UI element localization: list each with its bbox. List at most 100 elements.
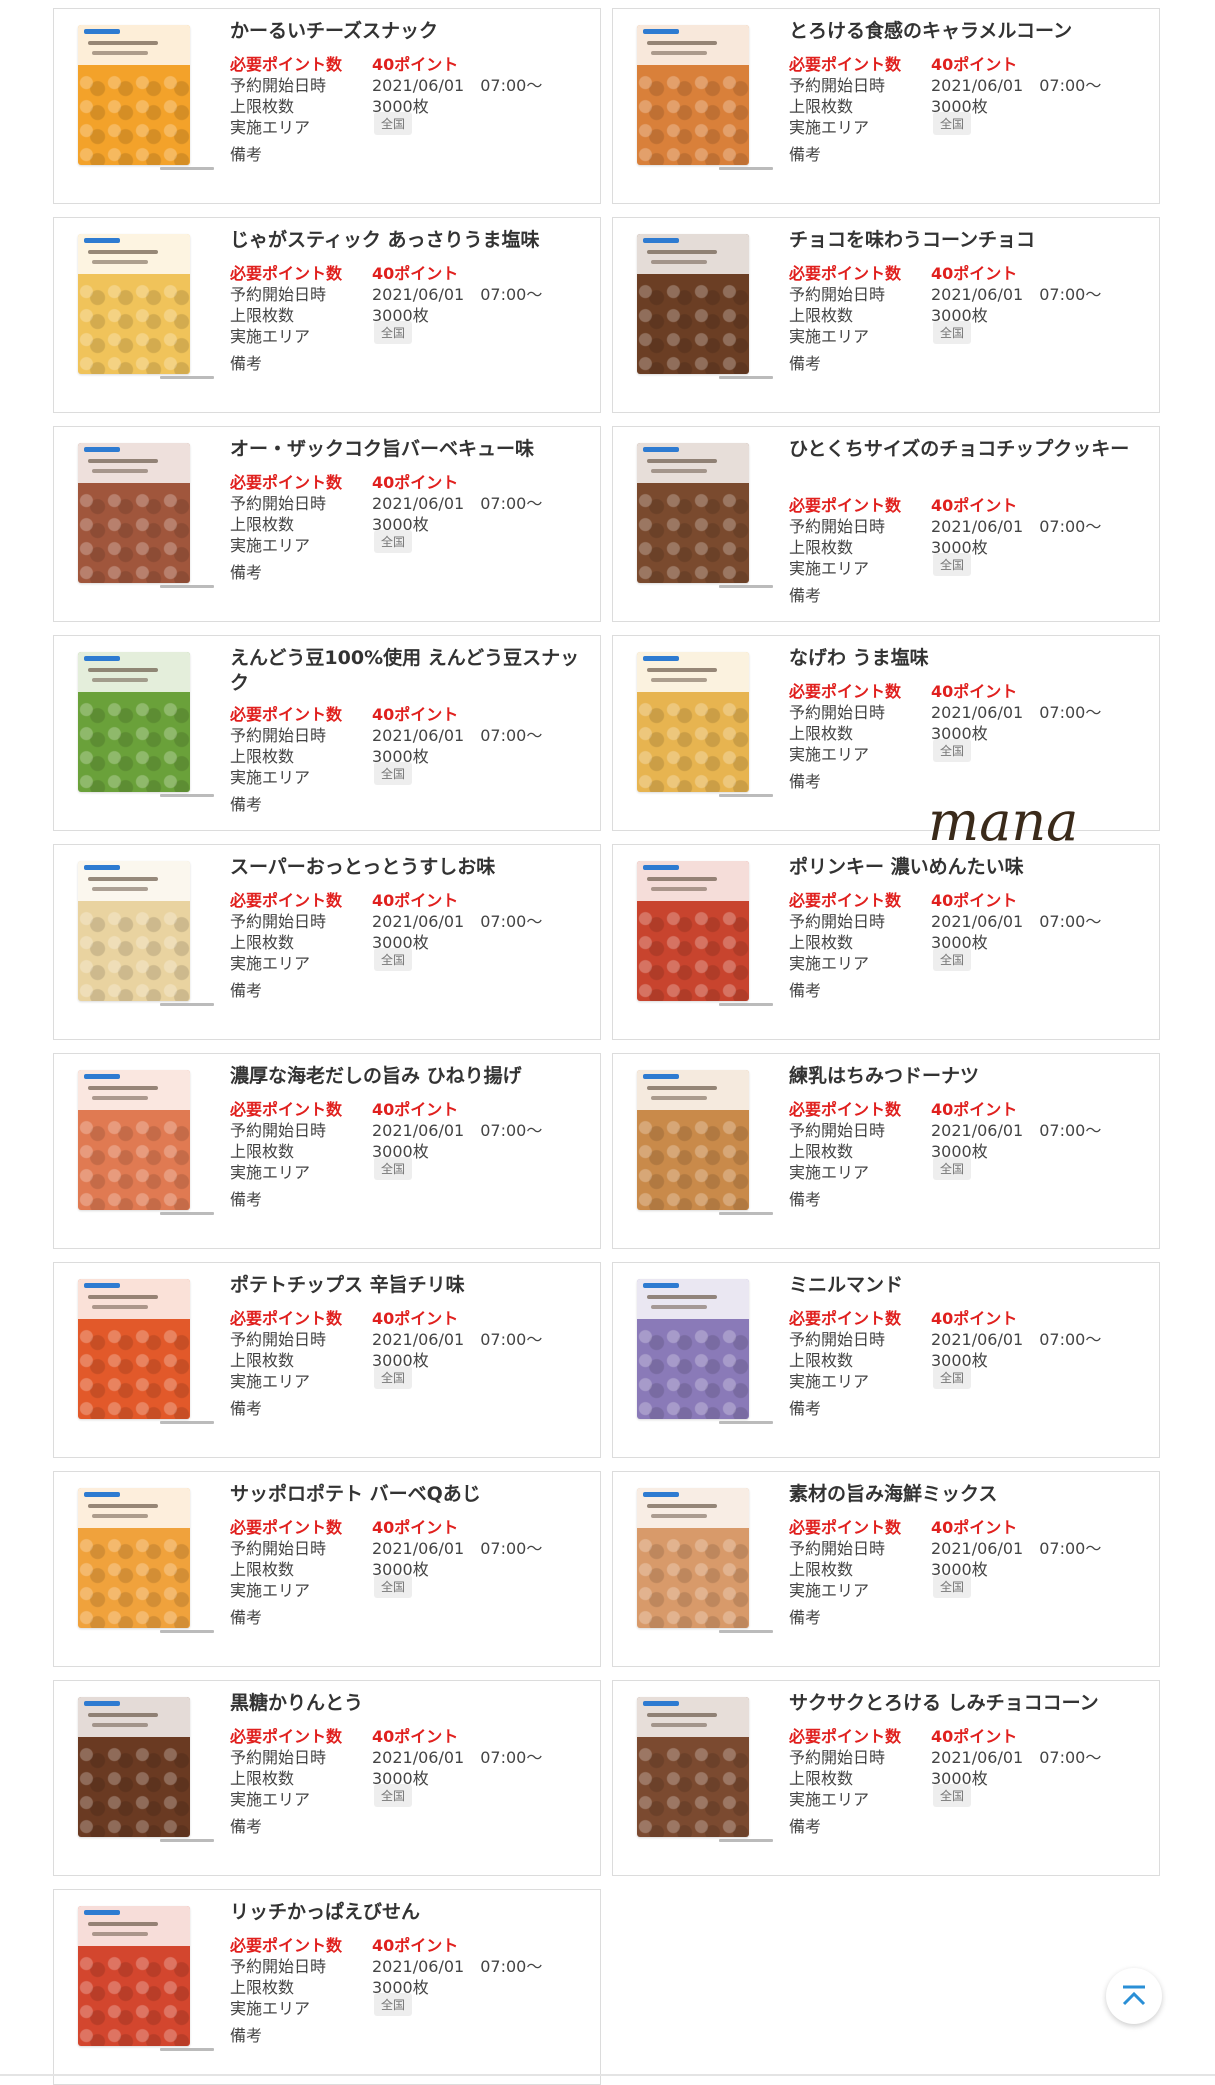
product-card[interactable]: 練乳はちみつドーナツ 必要ポイント数 40ポイント 予約開始日時 2021/06/01 … — [612, 1053, 1160, 1249]
product-title[interactable]: じゃがスティック あっさりうま塩味 — [230, 228, 590, 253]
product-card[interactable]: ポテトチップス 辛旨チリ味 必要ポイント数 40ポイント 予約開始日時 2021/06/… — [53, 1262, 601, 1458]
product-title[interactable]: スーパーおっとっとうすしお味 — [230, 855, 590, 880]
product-card[interactable]: オー・ザックコク旨バーベキュー味 必要ポイント数 40ポイント 予約開始日時 2021/… — [53, 426, 601, 622]
remarks-label: 備考 — [230, 1399, 263, 1418]
scroll-to-top-button[interactable] — [1106, 1968, 1162, 2024]
package-name-mark — [88, 41, 158, 45]
product-title[interactable]: えんどう豆100%使用 えんどう豆スナック — [230, 646, 590, 696]
coupon-product-grid: かーるいチーズスナック 必要ポイント数 40ポイント 予約開始日時 2021/06/01… — [0, 0, 1215, 2085]
product-title[interactable]: リッチかっぱえびせん — [230, 1900, 590, 1925]
product-card[interactable]: スーパーおっとっとうすしお味 必要ポイント数 40ポイント 予約開始日時 2021/06… — [53, 844, 601, 1040]
remarks-label: 備考 — [789, 981, 822, 1000]
product-card[interactable]: えんどう豆100%使用 えんどう豆スナック 必要ポイント数 40ポイント 予約開始日時… — [53, 635, 601, 831]
package-subname-mark — [92, 678, 148, 682]
product-card[interactable]: チョコを味わうコーンチョコ 必要ポイント数 40ポイント 予約開始日時 2021/06/… — [612, 217, 1160, 413]
package-name-mark — [88, 459, 158, 463]
package-subname-mark — [92, 1932, 148, 1936]
signature-watermark: mana — [928, 790, 1079, 853]
product-image — [78, 652, 190, 792]
chevron-up-icon — [1122, 1985, 1146, 2006]
product-title[interactable]: 素材の旨み海鮮ミックス — [789, 1482, 1149, 1507]
area-label: 実施エリア — [789, 118, 870, 137]
product-card[interactable]: 素材の旨み海鮮ミックス 必要ポイント数 40ポイント 予約開始日時 2021/06/01… — [612, 1471, 1160, 1667]
package-name-mark — [647, 1086, 717, 1090]
package-name-mark — [647, 668, 717, 672]
product-title[interactable]: ひとくちサイズのチョコチップクッキー — [789, 437, 1149, 462]
product-card[interactable]: かーるいチーズスナック 必要ポイント数 40ポイント 予約開始日時 2021/06/01… — [53, 8, 601, 204]
product-image — [78, 1070, 190, 1210]
product-image — [78, 1488, 190, 1628]
brand-logo-mark — [643, 1701, 679, 1706]
product-image — [637, 1070, 749, 1210]
product-image-pattern — [78, 73, 190, 165]
remarks-label: 備考 — [230, 1817, 263, 1836]
area-label: 実施エリア — [789, 559, 870, 578]
package-name-mark — [647, 41, 717, 45]
area-label: 実施エリア — [230, 954, 311, 973]
area-badge: 全国 — [933, 553, 972, 576]
product-title[interactable]: 練乳はちみつドーナツ — [789, 1064, 1149, 1089]
remarks-label: 備考 — [230, 795, 263, 814]
brand-logo-mark — [84, 1492, 120, 1497]
remarks-label: 備考 — [789, 354, 822, 373]
package-name-mark — [88, 877, 158, 881]
package-name-mark — [88, 1922, 158, 1926]
product-title[interactable]: なげわ うま塩味 — [789, 646, 1149, 671]
product-image — [78, 234, 190, 374]
product-card[interactable]: 黒糖かりんとう 必要ポイント数 40ポイント 予約開始日時 2021/06/01 07:… — [53, 1680, 601, 1876]
product-title[interactable]: ポテトチップス 辛旨チリ味 — [230, 1273, 590, 1298]
product-image — [637, 1488, 749, 1628]
image-caption-mark — [160, 167, 214, 170]
product-card[interactable]: とろける食感のキャラメルコーン 必要ポイント数 40ポイント 予約開始日時 2021/0… — [612, 8, 1160, 204]
product-image — [637, 1697, 749, 1837]
package-subname-mark — [651, 51, 707, 55]
area-label: 実施エリア — [230, 1790, 311, 1809]
product-image-pattern — [78, 700, 190, 792]
product-card[interactable]: ひとくちサイズのチョコチップクッキー 必要ポイント数 40ポイント 予約開始日時 202… — [612, 426, 1160, 622]
area-badge: 全国 — [374, 1993, 413, 2016]
area-badge: 全国 — [374, 530, 413, 553]
remarks-label: 備考 — [230, 563, 263, 582]
product-image — [78, 1279, 190, 1419]
package-name-mark — [88, 1295, 158, 1299]
area-badge: 全国 — [374, 762, 413, 785]
product-title[interactable]: ミニルマンド — [789, 1273, 1149, 1298]
product-title[interactable]: かーるいチーズスナック — [230, 19, 590, 44]
product-image-pattern — [637, 1745, 749, 1837]
product-title[interactable]: サクサクとろける しみチョココーン — [789, 1691, 1149, 1716]
product-title[interactable]: オー・ザックコク旨バーベキュー味 — [230, 437, 590, 462]
product-title[interactable]: 黒糖かりんとう — [230, 1691, 590, 1716]
product-image — [637, 861, 749, 1001]
product-image-pattern — [637, 1536, 749, 1628]
package-subname-mark — [92, 887, 148, 891]
package-name-mark — [88, 250, 158, 254]
area-badge: 全国 — [933, 1157, 972, 1180]
image-caption-mark — [719, 1212, 773, 1215]
area-badge: 全国 — [933, 1366, 972, 1389]
product-image-pattern — [78, 1536, 190, 1628]
product-image-pattern — [78, 282, 190, 374]
product-title[interactable]: 濃厚な海老だしの旨み ひねり揚げ — [230, 1064, 590, 1089]
remarks-label: 備考 — [230, 981, 263, 1000]
product-title[interactable]: ポリンキー 濃いめんたい味 — [789, 855, 1149, 880]
product-card[interactable]: サッポロポテト バーベQあじ 必要ポイント数 40ポイント 予約開始日時 2021/06… — [53, 1471, 601, 1667]
product-title[interactable]: とろける食感のキャラメルコーン — [789, 19, 1149, 44]
package-subname-mark — [92, 1514, 148, 1518]
product-card[interactable]: ポリンキー 濃いめんたい味 必要ポイント数 40ポイント 予約開始日時 2021/06/… — [612, 844, 1160, 1040]
product-card[interactable]: ミニルマンド 必要ポイント数 40ポイント 予約開始日時 2021/06/01 07:0… — [612, 1262, 1160, 1458]
product-card[interactable]: サクサクとろける しみチョココーン 必要ポイント数 40ポイント 予約開始日時 2021… — [612, 1680, 1160, 1876]
product-title[interactable]: チョコを味わうコーンチョコ — [789, 228, 1149, 253]
product-image-pattern — [637, 282, 749, 374]
product-title[interactable]: サッポロポテト バーベQあじ — [230, 1482, 590, 1507]
product-card[interactable]: 濃厚な海老だしの旨み ひねり揚げ 必要ポイント数 40ポイント 予約開始日時 2021/… — [53, 1053, 601, 1249]
area-label: 実施エリア — [789, 1790, 870, 1809]
image-caption-mark — [160, 1630, 214, 1633]
product-image-pattern — [637, 73, 749, 165]
product-card[interactable]: じゃがスティック あっさりうま塩味 必要ポイント数 40ポイント 予約開始日時 2021… — [53, 217, 601, 413]
brand-logo-mark — [84, 29, 120, 34]
area-label: 実施エリア — [230, 1999, 311, 2018]
product-card[interactable]: リッチかっぱえびせん 必要ポイント数 40ポイント 予約開始日時 2021/06/01 … — [53, 1889, 601, 2085]
package-subname-mark — [651, 678, 707, 682]
product-image-pattern — [78, 1745, 190, 1837]
package-name-mark — [88, 668, 158, 672]
